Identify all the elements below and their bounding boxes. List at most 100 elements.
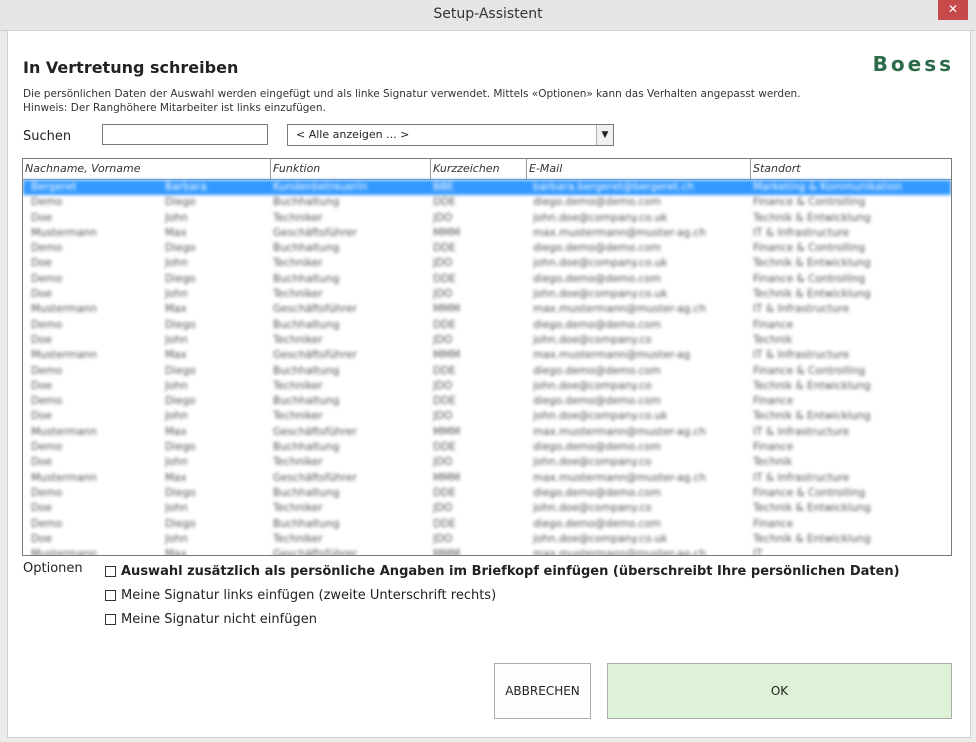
option-header-insert[interactable]: Auswahl zusätzlich als persönliche Angab… <box>105 562 900 580</box>
search-label: Suchen <box>23 129 72 144</box>
table-cell: JDO <box>433 502 453 515</box>
table-cell: John <box>165 257 188 270</box>
table-cell: barbara.bergeret@bergeret.ch <box>533 181 694 193</box>
table-cell: John <box>165 379 188 392</box>
checkbox-header-insert[interactable] <box>105 565 116 577</box>
table-cell: BBE <box>433 181 455 193</box>
column-header-name[interactable]: Nachname, Vorname <box>23 159 271 179</box>
table-cell: Diego <box>165 486 196 499</box>
table-row[interactable]: Doe John Techniker JDO john.doe@company.co Te… <box>23 333 951 348</box>
table-cell: Barbara <box>165 181 207 193</box>
table-row[interactable]: Doe John Techniker JDO john.doe@company.co.u… <box>23 409 951 424</box>
table-cell: IT & Infrastructure <box>753 471 850 484</box>
column-header-email[interactable]: E-Mail <box>527 159 751 179</box>
cancel-button[interactable]: ABBRECHEN <box>494 663 591 719</box>
page-title: In Vertretung schreiben <box>23 58 239 77</box>
table-cell: Diego <box>165 318 196 331</box>
table-row[interactable]: Demo Diego Buchhaltung DDE diego.demo@demo.c… <box>23 364 951 379</box>
close-icon: ✕ <box>947 2 959 16</box>
table-cell: Demo <box>31 364 63 377</box>
table-row[interactable]: Demo Diego Buchhaltung DDE diego.demo@demo.c… <box>23 272 951 287</box>
table-cell: Kundenbetreuerin <box>273 181 368 193</box>
table-cell: John <box>165 456 188 469</box>
checkbox-no-signature[interactable] <box>105 613 116 625</box>
table-cell: Finance & Controlling <box>753 486 866 499</box>
filter-dropdown[interactable]: < Alle anzeigen ... > ▼ <box>287 124 614 146</box>
table-cell: Diego <box>165 395 196 408</box>
table-cell: Mustermann <box>31 303 97 316</box>
table-cell: JDO <box>433 211 453 224</box>
column-header-function[interactable]: Funktion <box>271 159 431 179</box>
table-cell: Buchhaltung <box>273 395 340 408</box>
table-cell: Technik & Entwicklung <box>753 211 871 224</box>
brand-logo: Boess <box>872 52 954 76</box>
table-row[interactable]: Demo Diego Buchhaltung DDE diego.demo@demo.c… <box>23 394 951 409</box>
search-input[interactable] <box>102 124 268 145</box>
table-cell: max.mustermann@muster-ag <box>533 349 691 362</box>
table-cell: IT & Infrastructure <box>753 425 850 438</box>
table-cell: Buchhaltung <box>273 318 340 331</box>
table-cell: John <box>165 410 188 423</box>
column-header-location[interactable]: Standort <box>751 159 951 179</box>
table-row[interactable]: Bergeret Barbara Kundenbetreuerin BBE barbar… <box>23 180 951 196</box>
close-button[interactable]: ✕ <box>938 0 968 20</box>
table-cell: MMM <box>433 425 461 438</box>
table-cell: Doe <box>31 456 52 469</box>
dropdown-arrow-icon[interactable]: ▼ <box>596 125 613 145</box>
table-row[interactable]: Demo Diego Buchhaltung DDE diego.demo@demo.c… <box>23 195 951 210</box>
column-header-code[interactable]: Kurzzeichen <box>431 159 527 179</box>
table-row[interactable]: Mustermann Max Geschäftsführer MMM max.muste… <box>23 226 951 241</box>
table-row[interactable]: Doe John Techniker JDO john.doe@company.co.u… <box>23 287 951 302</box>
description-line-1: Die persönlichen Daten der Auswahl werde… <box>23 88 801 100</box>
option-label: Auswahl zusätzlich als persönliche Angab… <box>121 563 900 579</box>
table-row[interactable]: Demo Diego Buchhaltung DDE diego.demo@demo.c… <box>23 241 951 256</box>
employee-table[interactable]: Nachname, Vorname Funktion Kurzzeichen E… <box>22 158 952 556</box>
option-no-signature[interactable]: Meine Signatur nicht einfügen <box>105 610 317 628</box>
table-cell: Mustermann <box>31 471 97 484</box>
table-cell: John <box>165 532 188 545</box>
table-row[interactable]: Doe John Techniker JDO john.doe@company.co Te… <box>23 379 951 394</box>
table-cell: Diego <box>165 517 196 530</box>
table-cell: diego.demo@demo.com <box>533 272 661 285</box>
checkbox-signature-left[interactable] <box>105 589 116 601</box>
table-row[interactable]: Doe John Techniker JDO john.doe@company.co.u… <box>23 256 951 271</box>
table-row[interactable]: Mustermann Max Geschäftsführer MMM max.muste… <box>23 471 951 486</box>
table-cell: Technik & Entwicklung <box>753 532 871 545</box>
table-cell: Diego <box>165 196 196 209</box>
table-cell: Max <box>165 226 187 239</box>
table-row[interactable]: Demo Diego Buchhaltung DDE diego.demo@demo.c… <box>23 318 951 333</box>
table-cell: MMM <box>433 303 461 316</box>
table-row[interactable]: Mustermann Max Geschäftsführer MMM max.muste… <box>23 425 951 440</box>
table-row[interactable]: Doe John Techniker JDO john.doe@company.co.u… <box>23 532 951 547</box>
table-row[interactable]: Demo Diego Buchhaltung DDE diego.demo@demo.c… <box>23 517 951 532</box>
table-cell: Mustermann <box>31 548 97 556</box>
table-cell: Diego <box>165 441 196 454</box>
table-cell: Demo <box>31 486 63 499</box>
table-row[interactable]: Mustermann Max Geschäftsführer MMM max.muste… <box>23 547 951 556</box>
filter-selected-value: < Alle anzeigen ... > <box>296 128 410 141</box>
table-row[interactable]: Demo Diego Buchhaltung DDE diego.demo@demo.c… <box>23 486 951 501</box>
table-cell: Technik & Entwicklung <box>753 257 871 270</box>
table-cell: Doe <box>31 532 52 545</box>
table-cell: Finance <box>753 395 794 408</box>
table-cell: max.mustermann@muster-ag.ch <box>533 425 706 438</box>
table-cell: Techniker <box>273 379 323 392</box>
table-cell: diego.demo@demo.com <box>533 395 661 408</box>
title-bar: Setup-Assistent ✕ <box>0 0 976 31</box>
table-cell: JDO <box>433 333 453 346</box>
table-cell: Techniker <box>273 456 323 469</box>
table-cell: MMM <box>433 548 461 556</box>
table-row[interactable]: Doe John Techniker JDO john.doe@company.co.u… <box>23 211 951 226</box>
table-cell: Geschäftsführer <box>273 226 357 239</box>
table-row[interactable]: Mustermann Max Geschäftsführer MMM max.muste… <box>23 302 951 317</box>
table-row[interactable]: Doe John Techniker JDO john.doe@company.co Te… <box>23 455 951 470</box>
table-row[interactable]: Mustermann Max Geschäftsführer MMM max.muste… <box>23 348 951 363</box>
table-header: Nachname, Vorname Funktion Kurzzeichen E… <box>23 159 951 180</box>
option-signature-left[interactable]: Meine Signatur links einfügen (zweite Un… <box>105 586 496 604</box>
ok-button[interactable]: OK <box>607 663 952 719</box>
table-cell: Techniker <box>273 532 323 545</box>
table-cell: Diego <box>165 272 196 285</box>
table-cell: Techniker <box>273 333 323 346</box>
table-row[interactable]: Doe John Techniker JDO john.doe@company.co Te… <box>23 501 951 516</box>
table-row[interactable]: Demo Diego Buchhaltung DDE diego.demo@demo.c… <box>23 440 951 455</box>
